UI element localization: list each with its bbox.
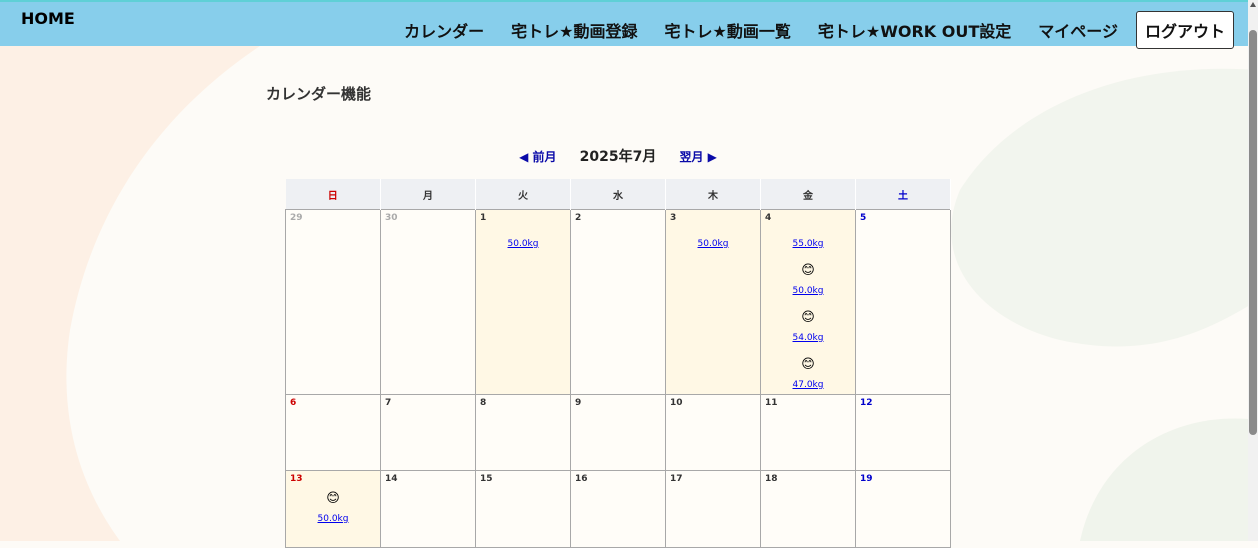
weekday-sun: 日 [285,179,381,210]
calendar-day-cell[interactable]: 13 😊 50.0kg [285,470,381,548]
smile-emoji-icon: 😊 [801,263,815,278]
day-number: 17 [670,474,683,484]
calendar-day-cell[interactable]: 10 [665,394,761,471]
weekday-thu: 木 [665,179,761,210]
nav-calendar[interactable]: カレンダー [404,18,484,42]
weekday-wed: 水 [570,179,666,210]
calendar-week-row: 29 30 1 50.0kg 2 3 50.0kg 4 55.0kg 😊 50.0kg 😊 54.0kg… [285,209,951,395]
nav-mypage[interactable]: マイページ [1038,18,1118,42]
smile-emoji-icon: 😊 [326,491,340,506]
weight-entry: 50.0kg [480,231,566,250]
home-link[interactable]: HOME [21,9,75,28]
weight-link[interactable]: 50.0kg [793,286,824,296]
weekday-mon: 月 [380,179,476,210]
prev-month-link[interactable]: ◀ 前月 [519,150,556,164]
day-number: 19 [860,474,873,484]
day-number: 14 [385,474,398,484]
calendar-day-cell[interactable]: 12 [855,394,951,471]
calendar-day-cell[interactable]: 4 55.0kg 😊 50.0kg 😊 54.0kg 😊 47.0kg [760,209,856,395]
top-navbar: HOME カレンダー 宅トレ★動画登録 宅トレ★動画一覧 宅トレ★WORK OU… [0,0,1248,49]
scroll-up-arrow-icon[interactable] [1250,2,1256,7]
weight-link[interactable]: 47.0kg [793,380,824,390]
calendar-day-cell[interactable]: 1 50.0kg [475,209,571,395]
calendar-day-cell[interactable]: 2 [570,209,666,395]
day-number: 10 [670,398,683,408]
day-number: 7 [385,398,392,408]
day-number: 29 [290,213,303,223]
logout-button[interactable]: ログアウト [1135,11,1234,49]
page-title: カレンダー機能 [266,85,372,103]
calendar-day-cell[interactable]: 18 [760,470,856,548]
calendar-day-cell[interactable]: 16 [570,470,666,548]
calendar-day-cell[interactable]: 19 [855,470,951,548]
calendar-day-cell[interactable]: 17 [665,470,761,548]
weight-link[interactable]: 50.0kg [698,239,729,249]
day-number: 13 [290,474,303,484]
calendar-week-row: 13 😊 50.0kg 14 15 16 17 18 19 [285,470,951,548]
day-number: 15 [480,474,493,484]
calendar-table: 日 月 火 水 木 金 土 29 30 1 50.0kg 2 3 50.0kg 4 55.0kg… [285,179,951,548]
calendar-day-cell[interactable]: 30 [380,209,476,395]
weekday-sat: 土 [855,179,951,210]
weight-entry: 😊 47.0kg [765,358,851,391]
weight-link[interactable]: 50.0kg [318,514,349,524]
day-number: 3 [670,213,677,223]
weight-entry: 😊 50.0kg [765,264,851,297]
calendar-day-cell[interactable]: 15 [475,470,571,548]
vertical-scrollbar[interactable] [1248,0,1258,541]
weight-link[interactable]: 54.0kg [793,333,824,343]
month-navigation: ◀ 前月 2025年7月 翌月 ▶ [285,146,951,166]
weight-entry: 😊 50.0kg [290,492,376,525]
day-number: 12 [860,398,873,408]
weekday-header-row: 日 月 火 水 木 金 土 [285,179,951,210]
day-number: 30 [385,213,398,223]
day-number: 6 [290,398,297,408]
day-number: 1 [480,213,487,223]
calendar-day-cell[interactable]: 14 [380,470,476,548]
weekday-fri: 金 [760,179,856,210]
current-month: 2025年7月 [579,149,657,165]
day-number: 8 [480,398,487,408]
calendar-day-cell[interactable]: 8 [475,394,571,471]
calendar-day-cell[interactable]: 11 [760,394,856,471]
calendar-day-cell[interactable]: 6 [285,394,381,471]
scrollbar-thumb[interactable] [1249,30,1257,435]
day-number: 9 [575,398,582,408]
calendar-day-cell[interactable]: 29 [285,209,381,395]
calendar-week-row: 6 7 8 9 10 11 12 [285,394,951,471]
weight-entry: 55.0kg [765,231,851,250]
weight-link[interactable]: 50.0kg [508,239,539,249]
calendar-day-cell[interactable]: 5 [855,209,951,395]
calendar-day-cell[interactable]: 9 [570,394,666,471]
day-number: 16 [575,474,588,484]
weight-link[interactable]: 55.0kg [793,239,824,249]
day-number: 2 [575,213,582,223]
nav-video-list[interactable]: 宅トレ★動画一覧 [665,18,791,42]
day-number: 5 [860,213,867,223]
nav-workout-settings[interactable]: 宅トレ★WORK OUT設定 [818,18,1011,42]
weight-entry: 50.0kg [670,231,756,250]
day-number: 18 [765,474,778,484]
main-nav: カレンダー 宅トレ★動画登録 宅トレ★動画一覧 宅トレ★WORK OUT設定 マ… [377,11,1234,49]
next-month-link[interactable]: 翌月 ▶ [679,150,716,164]
calendar-day-cell[interactable]: 7 [380,394,476,471]
nav-video-register[interactable]: 宅トレ★動画登録 [511,18,637,42]
weight-entry: 😊 54.0kg [765,311,851,344]
calendar-day-cell[interactable]: 3 50.0kg [665,209,761,395]
day-number: 4 [765,213,772,223]
smile-emoji-icon: 😊 [801,357,815,372]
smile-emoji-icon: 😊 [801,310,815,325]
day-number: 11 [765,398,778,408]
weekday-tue: 火 [475,179,571,210]
